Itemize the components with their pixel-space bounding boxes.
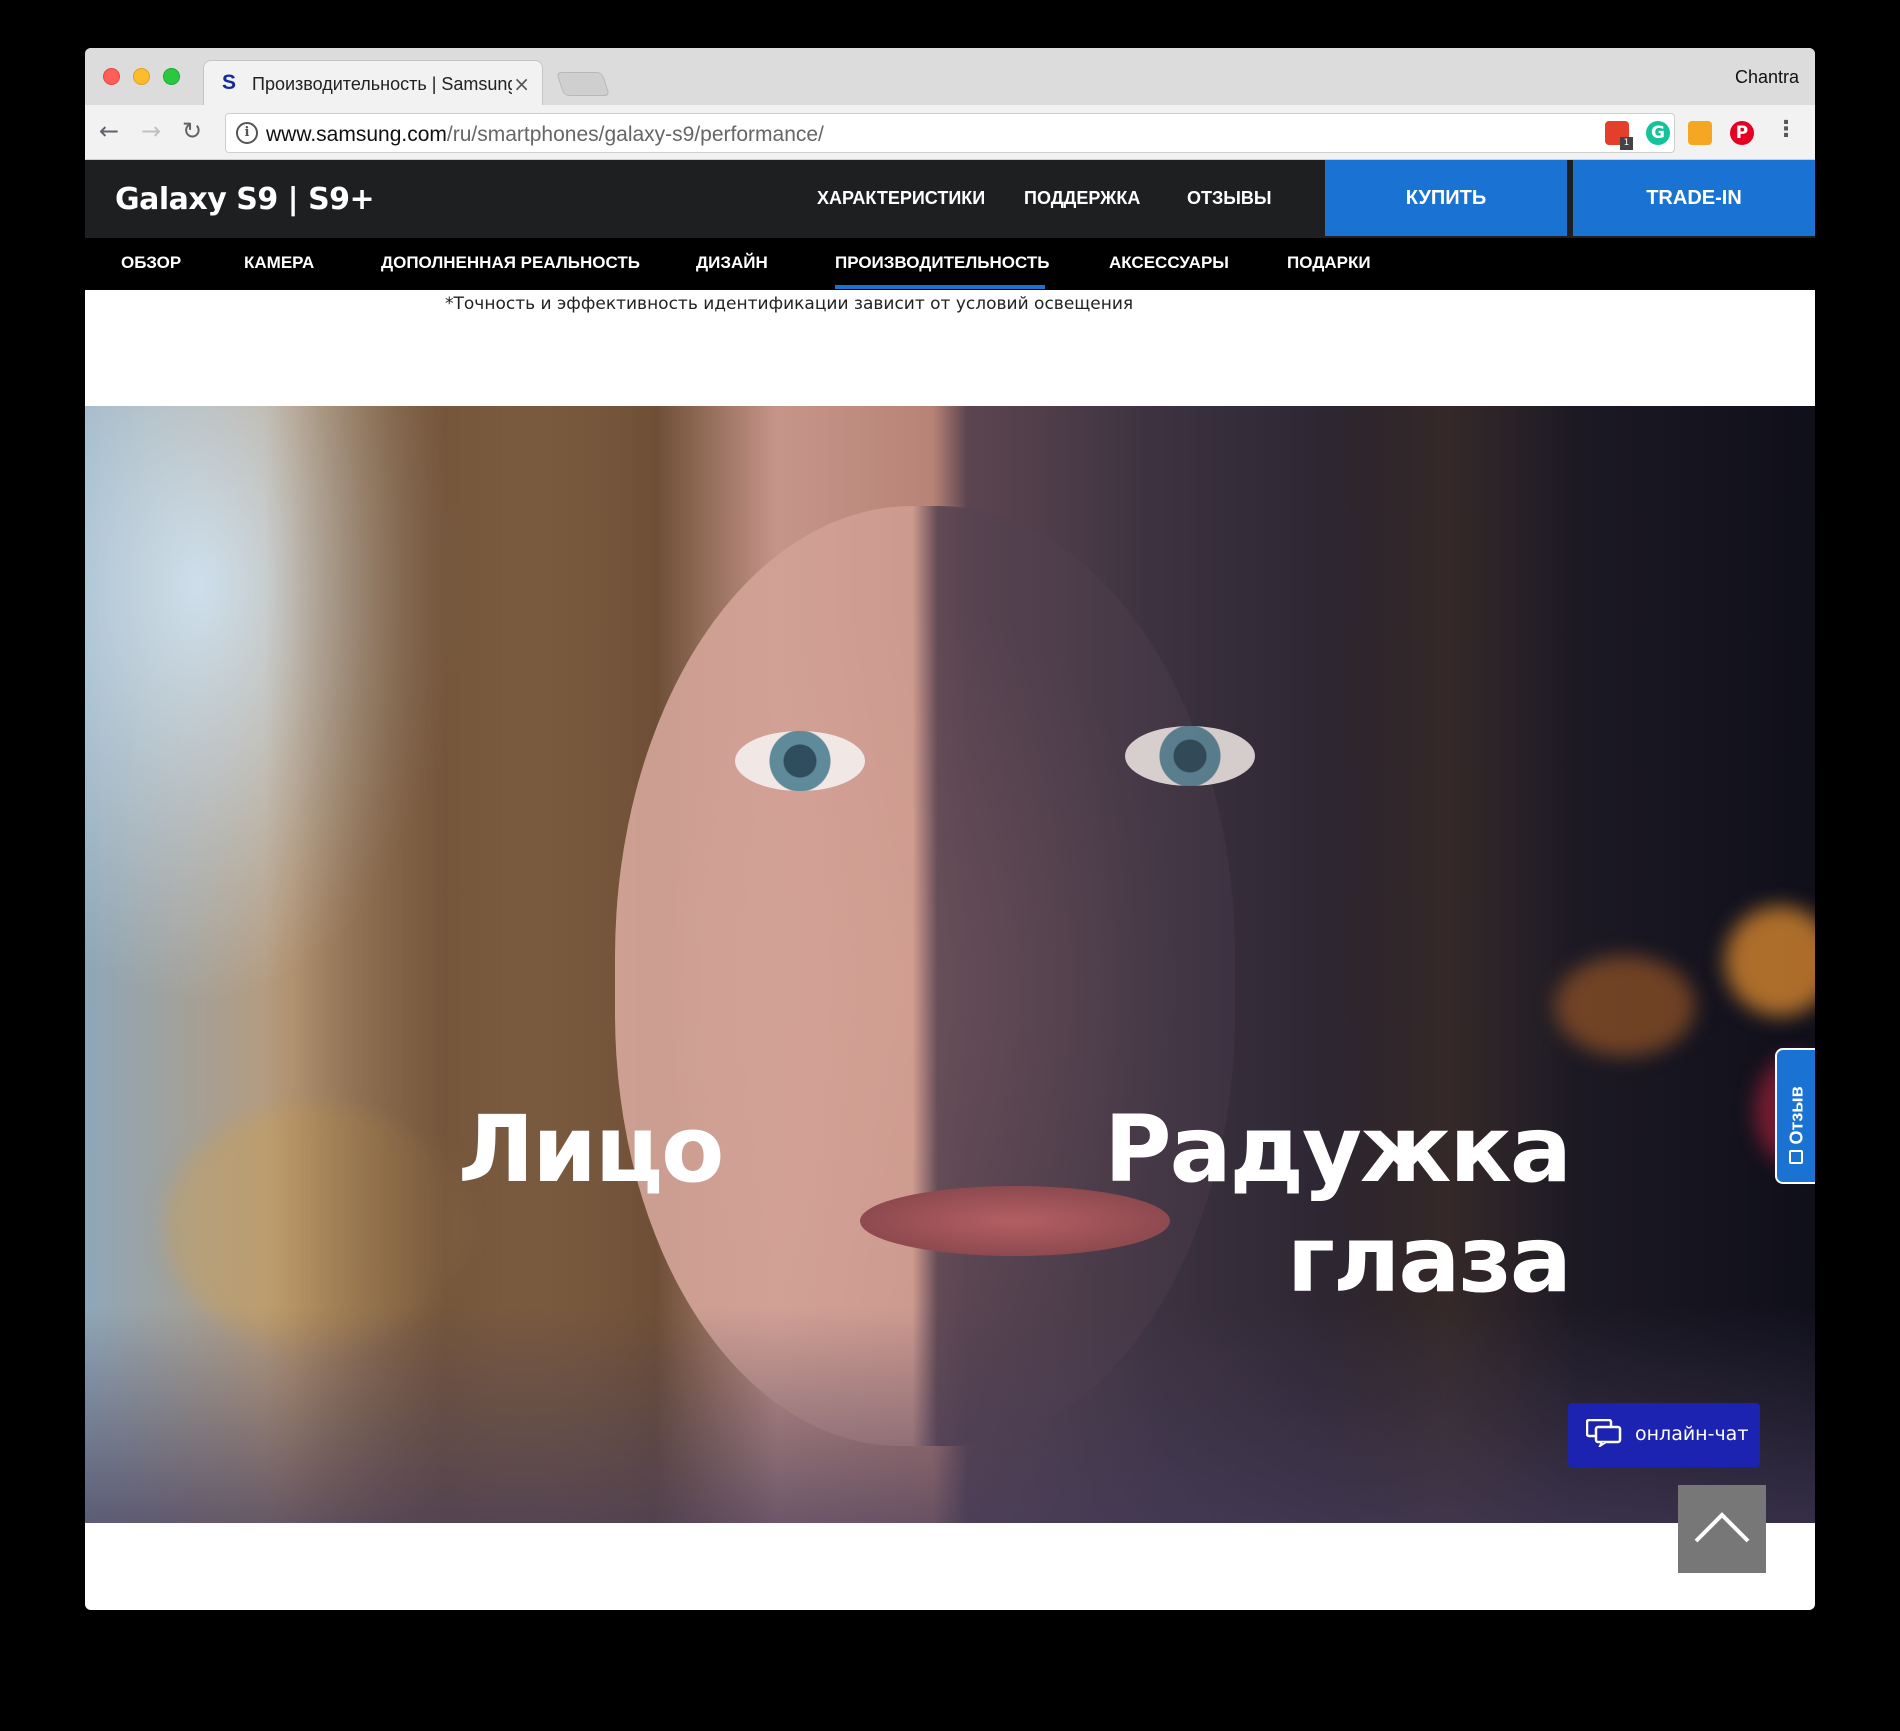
subnav-ar[interactable]: ДОПОЛНЕННАЯ РЕАЛЬНОСТЬ (381, 253, 640, 273)
subnav-design[interactable]: ДИЗАЙН (696, 253, 768, 273)
feedback-label: Отзыв (1786, 1086, 1807, 1145)
active-tab-indicator (835, 285, 1045, 289)
trade-in-button[interactable]: TRADE-IN (1573, 160, 1815, 236)
menu-dots-icon[interactable]: ⋮ (1775, 117, 1797, 142)
browser-toolbar: ← → ↻ i www.samsung.com/ru/smartphones/g… (85, 105, 1815, 160)
nav-reviews[interactable]: ОТЗЫВЫ (1187, 188, 1272, 209)
site-header: Galaxy S9 | S9+ ХАРАКТЕРИСТИКИ ПОДДЕРЖКА… (85, 160, 1815, 238)
zoom-window-button[interactable] (163, 68, 180, 85)
chat-label: онлайн-чат (1635, 1423, 1749, 1445)
grammarly-extension-icon[interactable]: G (1646, 121, 1670, 145)
extension-badge: 1 (1620, 137, 1633, 150)
reload-icon[interactable]: ↻ (182, 117, 202, 145)
tab-title: Производительность | Samsung (252, 74, 512, 94)
hero-title-face: Лицо (458, 1096, 724, 1203)
brand-logo[interactable]: Galaxy S9 | S9+ (115, 182, 375, 217)
nav-support[interactable]: ПОДДЕРЖКА (1024, 188, 1140, 209)
browser-window: S Производительность | Samsung × Chantra… (85, 48, 1815, 1610)
subnav-gifts[interactable]: ПОДАРКИ (1287, 253, 1371, 273)
buy-button[interactable]: КУПИТЬ (1325, 160, 1567, 236)
back-arrow-icon[interactable]: ← (99, 117, 119, 145)
chevron-up-icon (1694, 1512, 1750, 1543)
subnav-accessories[interactable]: АКСЕССУАРЫ (1109, 253, 1229, 273)
feedback-tab[interactable]: Отзыв (1775, 1048, 1815, 1184)
hero-eye-left (735, 731, 865, 791)
address-bar[interactable]: i www.samsung.com/ru/smartphones/galaxy-… (225, 113, 1675, 153)
new-tab-button[interactable] (556, 72, 610, 96)
url-host: www.samsung.com (266, 123, 447, 146)
chart-extension-icon[interactable] (1688, 121, 1712, 145)
close-window-button[interactable] (103, 68, 120, 85)
nav-specs[interactable]: ХАРАКТЕРИСТИКИ (817, 188, 985, 209)
bokeh-light (1555, 956, 1695, 1056)
hero-eye-right (1125, 726, 1255, 786)
feedback-icon (1789, 1150, 1803, 1164)
tab-strip: S Производительность | Samsung × Chantra (85, 48, 1815, 106)
forward-arrow-icon[interactable]: → (141, 117, 161, 145)
scroll-to-top-button[interactable] (1678, 1485, 1766, 1573)
info-icon[interactable]: i (236, 122, 258, 144)
subnav-performance[interactable]: ПРОИЗВОДИТЕЛЬНОСТЬ (835, 253, 1049, 273)
hero-image: Лицо Радужка глаза Отзыв (85, 406, 1815, 1523)
footnote: *Точность и эффективность идентификации … (445, 294, 1134, 314)
chat-bubbles-icon (1586, 1419, 1622, 1447)
profile-name[interactable]: Chantra (1735, 67, 1799, 88)
tab-close-icon[interactable]: × (513, 72, 530, 96)
browser-tab-active[interactable]: S Производительность | Samsung × (203, 60, 543, 106)
hero-face (615, 506, 1235, 1446)
minimize-window-button[interactable] (133, 68, 150, 85)
sub-navigation: ОБЗОР КАМЕРА ДОПОЛНЕННАЯ РЕАЛЬНОСТЬ ДИЗА… (85, 238, 1815, 290)
url-text[interactable]: www.samsung.com/ru/smartphones/galaxy-s9… (266, 123, 824, 147)
hero-title-iris-line2: глаза (1286, 1206, 1572, 1313)
hero-shirt (85, 1306, 1815, 1523)
pinterest-extension-icon[interactable]: P (1730, 121, 1754, 145)
samsung-favicon-icon: S (222, 71, 237, 94)
subnav-camera[interactable]: КАМЕРА (244, 253, 314, 273)
online-chat-button[interactable]: онлайн-чат (1568, 1403, 1760, 1467)
bokeh-light (1725, 906, 1815, 1016)
subnav-overview[interactable]: ОБЗОР (121, 253, 181, 273)
calendar-extension-icon[interactable]: 1 (1605, 121, 1633, 150)
url-path: /ru/smartphones/galaxy-s9/performance/ (446, 123, 824, 146)
hero-title-iris-line1: Радужка (1104, 1096, 1572, 1203)
